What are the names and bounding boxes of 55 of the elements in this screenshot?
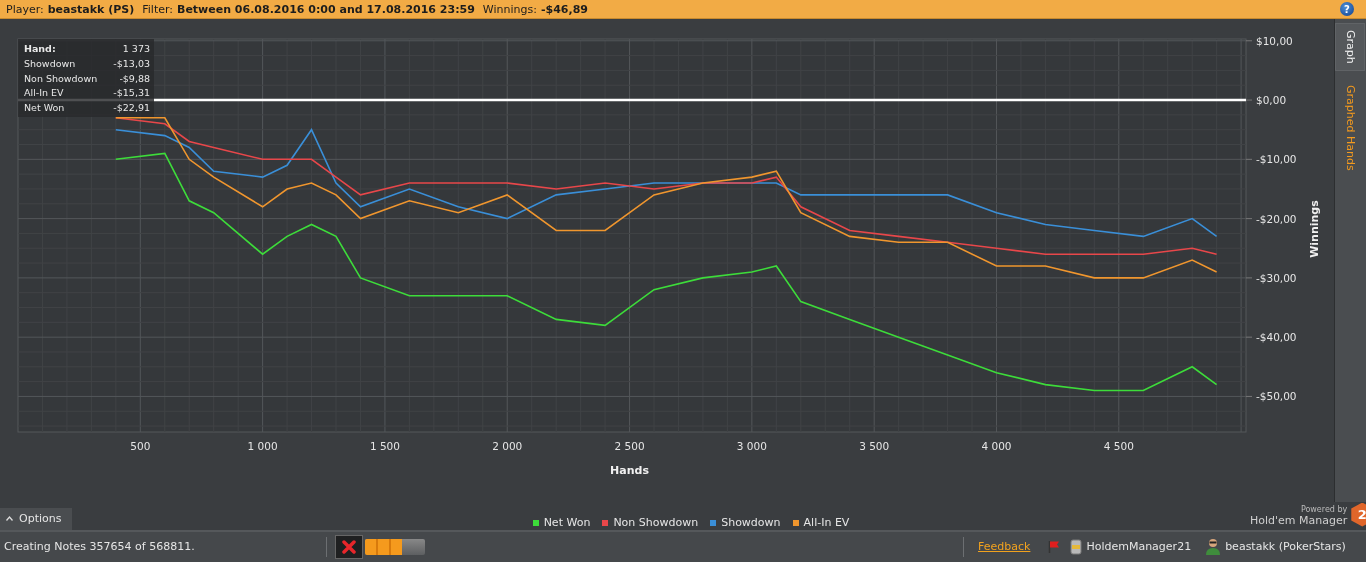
side-tab[interactable]: Graphed Hands <box>1335 78 1365 177</box>
feedback-link[interactable]: Feedback <box>978 540 1031 554</box>
legend-label: All-In EV <box>803 516 850 530</box>
cancel-button[interactable] <box>335 534 363 559</box>
y-axis-label: -$30,00 <box>1256 271 1297 284</box>
flag-icon[interactable] <box>1048 539 1061 554</box>
winnings-value: -$46,89 <box>540 2 588 16</box>
x-axis-label: 3 000 <box>736 440 767 453</box>
tooltip-value: -$22,91 <box>113 102 150 114</box>
winnings-label: Winnings: <box>482 2 537 16</box>
product-name: Hold'em Manager <box>1250 513 1348 527</box>
legend-label: Showdown <box>721 516 781 530</box>
user-icon <box>1205 537 1222 556</box>
x-axis-label: 2 000 <box>492 440 523 453</box>
side-tab[interactable]: Graph <box>1335 23 1365 71</box>
legend-label: Net Won <box>543 516 591 530</box>
x-axis-label: 1 500 <box>369 440 400 453</box>
player-name: beastakk (PS) <box>47 2 135 16</box>
legend-label: Non Showdown <box>613 516 699 530</box>
tooltip-value: -$15,31 <box>113 87 150 99</box>
tooltip-label: Net Won <box>24 102 65 114</box>
status-message: Creating Notes 357654 of 568811. <box>4 540 196 554</box>
filter-label: Filter: <box>142 2 173 16</box>
database-icon <box>1070 538 1083 555</box>
caret-icon <box>6 516 13 522</box>
filter-value: Between 06.08.2016 0:00 and 17.08.2016 23:59 <box>177 2 475 16</box>
y-axis-label: $0,00 <box>1256 94 1287 107</box>
tooltip-label: All-In EV <box>24 87 64 99</box>
version-badge: 2 <box>1351 502 1366 527</box>
close-icon <box>342 539 356 554</box>
x-axis-label: 4 000 <box>981 440 1012 453</box>
y-axis-label: -$10,00 <box>1256 153 1297 166</box>
player-label: Player: <box>6 2 44 16</box>
x-axis-label: 1 000 <box>247 440 278 453</box>
tooltip-value: 1 373 <box>122 42 150 54</box>
x-axis-label: 3 500 <box>859 440 890 453</box>
options-button[interactable]: Options <box>0 507 72 530</box>
y-axis-label: -$40,00 <box>1256 331 1297 344</box>
database-name: HoldemManager21 <box>1086 540 1192 554</box>
tooltip-value: -$9,88 <box>119 72 150 84</box>
y-axis-title: Winnings <box>1308 200 1321 258</box>
tooltip-value: -$13,03 <box>113 57 150 69</box>
y-axis-label: $10,00 <box>1256 34 1293 47</box>
x-axis-title: Hands <box>610 464 649 478</box>
powered-by-text: Powered by <box>1300 504 1348 514</box>
y-axis-label: -$20,00 <box>1256 212 1297 225</box>
tooltip-label: Hand: <box>24 42 56 54</box>
x-axis-label: 500 <box>130 440 151 453</box>
tooltip-label: Showdown <box>24 57 76 69</box>
tooltip-label: Non Showdown <box>24 72 98 84</box>
help-icon[interactable]: ? <box>1340 2 1354 17</box>
y-axis-label: -$50,00 <box>1256 390 1297 403</box>
x-axis-label: 4 500 <box>1103 440 1134 453</box>
x-axis-label: 2 500 <box>614 440 645 453</box>
user-name: beastakk (PokerStars) <box>1225 540 1346 554</box>
